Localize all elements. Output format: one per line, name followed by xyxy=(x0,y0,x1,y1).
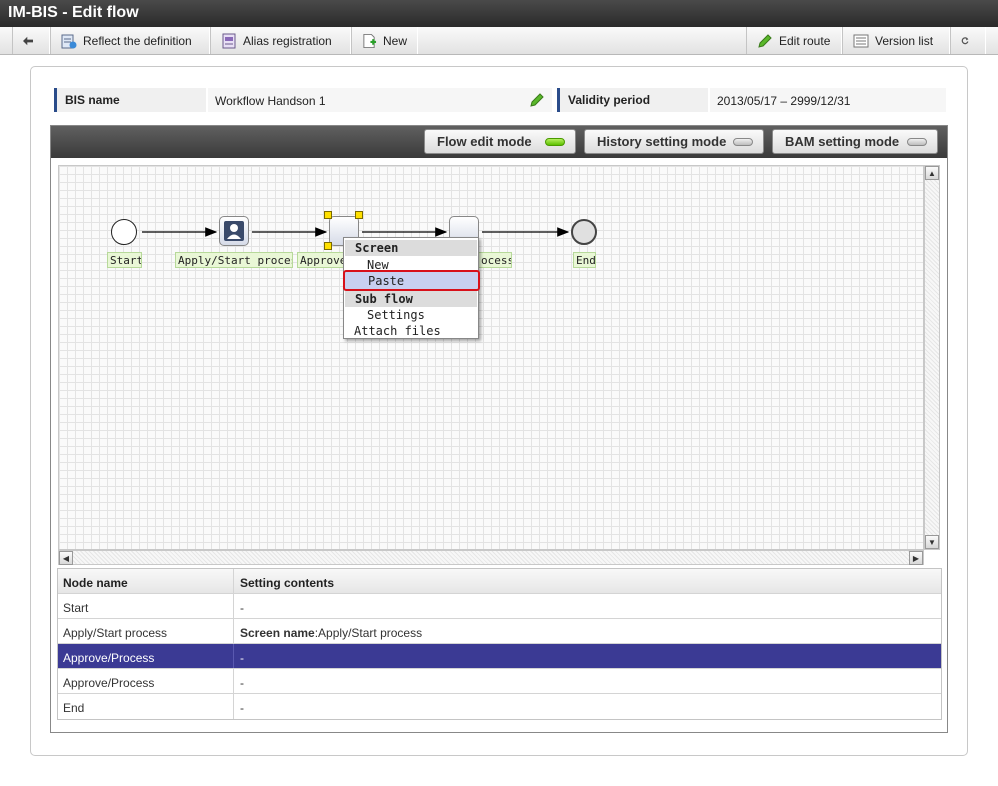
setting-contents-cell: - xyxy=(240,601,244,615)
start-node-label: Start xyxy=(107,252,142,268)
approve-node-label: Approve/ xyxy=(297,252,345,268)
table-row[interactable]: Apply/Start process Screen name:Apply/St… xyxy=(58,619,941,644)
table-row[interactable]: Start - xyxy=(58,594,941,619)
end-node[interactable] xyxy=(571,219,597,245)
end-node-label: End xyxy=(573,252,596,268)
column-header-setting-contents: Setting contents xyxy=(240,576,335,590)
setting-key: Screen name xyxy=(240,626,315,640)
setting-contents-cell: - xyxy=(240,701,244,715)
apply-start-node[interactable] xyxy=(219,216,249,246)
apply-start-node-label: Apply/Start process xyxy=(175,252,293,268)
node-name-cell: Approve/Process xyxy=(58,669,234,693)
node-settings-table: Node name Setting contents Start - Apply… xyxy=(57,568,942,720)
context-menu-screen-header: Screen xyxy=(345,240,477,256)
table-row-selected[interactable]: Approve/Process - xyxy=(58,644,941,669)
node-name-cell: End xyxy=(58,694,234,719)
user-icon xyxy=(224,221,244,241)
setting-contents-cell: - xyxy=(240,676,244,690)
table-header-row: Node name Setting contents xyxy=(58,569,941,594)
node-name-cell: Start xyxy=(58,594,234,618)
context-menu-subflow-header: Sub flow xyxy=(345,291,477,307)
node-name-cell: Apply/Start process xyxy=(58,619,234,643)
start-node[interactable] xyxy=(111,219,137,245)
column-header-node-name: Node name xyxy=(58,569,234,593)
table-row[interactable]: Approve/Process - xyxy=(58,669,941,694)
setting-contents-cell: - xyxy=(240,651,244,665)
context-menu-paste[interactable]: Paste xyxy=(343,270,480,291)
context-menu: Screen New Paste Sub flow Settings Attac… xyxy=(343,237,480,339)
selection-handle-top-left[interactable] xyxy=(324,211,332,219)
context-menu-settings[interactable]: Settings xyxy=(345,307,477,323)
node-name-cell: Approve/Process xyxy=(58,644,234,668)
selection-handle-top-right[interactable] xyxy=(355,211,363,219)
selection-handle-bottom-left[interactable] xyxy=(324,242,332,250)
table-row[interactable]: End - xyxy=(58,694,941,719)
context-menu-attach-files[interactable]: Attach files xyxy=(345,323,477,339)
process-node-label: ocess xyxy=(478,252,512,268)
setting-value: :Apply/Start process xyxy=(314,626,423,640)
setting-contents-cell: Screen name:Apply/Start process xyxy=(234,619,941,643)
